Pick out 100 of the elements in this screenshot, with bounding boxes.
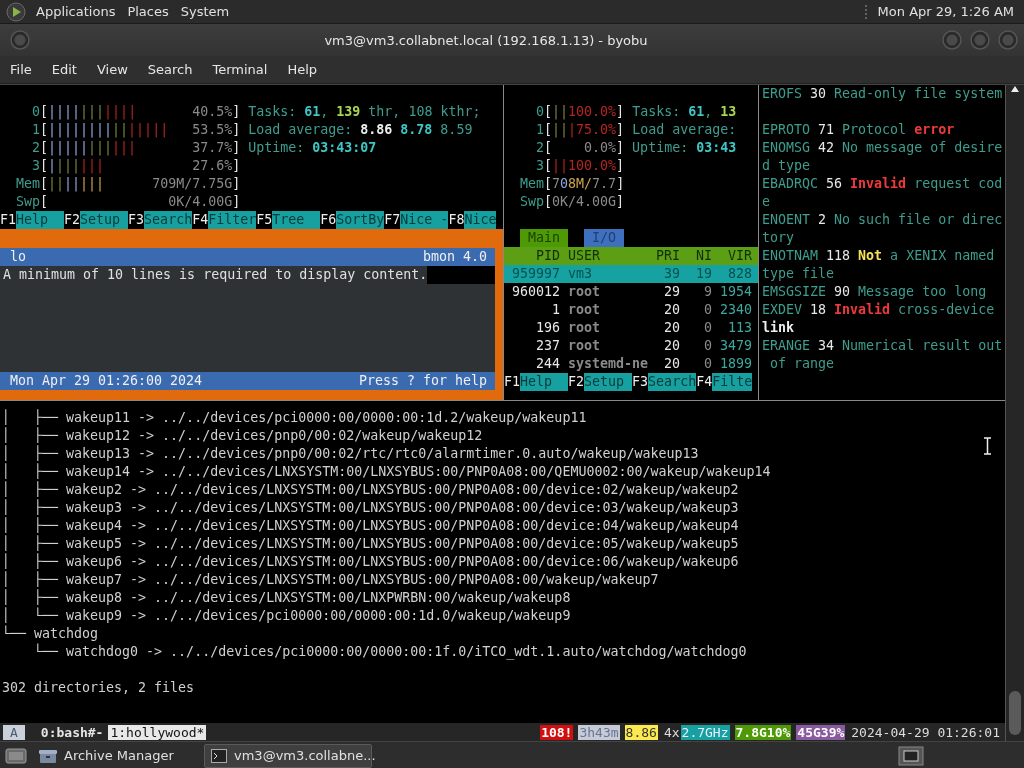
tree-line: │ ├── wakeup4 -> ../../devices/LNXSYSTM:00/LNXSYBUS:00/PNP0A08:00/device:04/wakeup/wakeup4 <box>1 517 739 535</box>
terminal-line: 2[||||||||||| 37.7%] Uptime: 03:43:07 <box>31 139 378 157</box>
menu-item[interactable]: File <box>1 60 41 79</box>
terminal-line: EXDEV 18 Invalid cross-device <box>762 301 996 319</box>
app-title: bmon 4.0 <box>422 248 487 266</box>
column-header[interactable]: NI <box>680 247 713 265</box>
table-cell-text: 19 <box>695 265 713 283</box>
table-cell-text: 237 <box>535 337 561 355</box>
terminal-line: tory <box>762 229 796 247</box>
status-indicator: 108! <box>540 724 574 740</box>
window-tab[interactable]: 1:hollywood* <box>108 724 207 740</box>
process-row[interactable]: 237 root 20 0 3479 <box>504 337 758 355</box>
table-cell-text: 0 <box>703 337 713 355</box>
process-row[interactable]: 244 systemd-ne 20 0 1899 <box>504 355 758 373</box>
column-header[interactable]: VIR <box>712 247 753 265</box>
panel-menu[interactable]: Applications <box>31 3 121 20</box>
terminal-line: EPROTO 71 Protocol error <box>762 121 956 139</box>
window-control-button[interactable] <box>970 30 990 50</box>
status-indicator: 2.7GHz <box>680 724 730 740</box>
table-cell-text: 960012 <box>511 283 561 301</box>
table-cell-text: 828 <box>727 265 753 283</box>
bmon-timestamp: Mon Apr 29 01:26:00 2024 <box>10 372 203 390</box>
table-cell-text: root <box>568 301 602 319</box>
process-row[interactable]: 1 root 20 0 2340 <box>504 301 758 319</box>
table-cell-text: 20 <box>663 355 681 373</box>
archive-icon <box>39 747 57 764</box>
text-cursor-icon <box>983 437 992 455</box>
tree-line: │ ├── wakeup3 -> ../../devices/LNXSYSTM:00/LNXSYBUS:00/PNP0A08:00/device:03/wakeup/wakeup3 <box>1 499 739 517</box>
menu-item[interactable]: Search <box>138 60 202 79</box>
table-cell-text: 0 <box>703 301 713 319</box>
table-cell-text: 0 <box>703 319 713 337</box>
terminal-line: ENOMSG 42 No message of desire <box>762 139 1004 157</box>
terminal-line: EMSGSIZE 90 Message too long <box>762 283 988 301</box>
table-cell: systemd-ne <box>568 355 649 373</box>
terminal-line: Swp[ 0K/4.00G] <box>15 193 242 211</box>
terminal-line: 0[||100.0%] Tasks: 61, 13 <box>535 103 738 121</box>
column-header[interactable]: USER <box>568 247 649 265</box>
scroll-thumb[interactable] <box>1009 691 1021 735</box>
tray-icon[interactable] <box>898 745 924 766</box>
status-indicator: 8.86 <box>624 724 658 740</box>
status-indicator: 7.8G10% <box>734 724 792 740</box>
menu-item[interactable]: View <box>87 60 137 79</box>
terminal-line: ERANGE 34 Numerical result out <box>762 337 1004 355</box>
panel-menu[interactable]: System <box>175 3 235 20</box>
process-row[interactable]: 960012 root 29 9 1954 <box>504 283 758 301</box>
tree-line: │ ├── wakeup14 -> ../../devices/LNXSYSTM:00/LNXSYBUS:00/PNP0A08:00/QEMU0002:00/wakeup/wakeup14 <box>1 463 771 481</box>
terminal-line: e <box>762 193 771 211</box>
table-cell-text: 20 <box>663 319 681 337</box>
column-header[interactable]: PRI <box>648 247 681 265</box>
table-cell-text: 29 <box>663 283 681 301</box>
terminal-line: 0[||||||||||| 40.5%] Tasks: 61, 139 thr, 108 kthr; <box>31 103 482 121</box>
table-cell-text: root <box>568 337 602 355</box>
terminal-line: 2[ 0.0%] Uptime: 03:43 <box>535 139 738 157</box>
window-tab[interactable]: 0:bash#- <box>38 724 106 740</box>
menu-item[interactable]: Help <box>278 60 327 79</box>
tree-line: └── watchdog <box>1 625 99 643</box>
terminal-icon <box>211 748 227 763</box>
terminal-line: d type <box>762 157 812 175</box>
table-cell-text: root <box>568 319 602 337</box>
table-cell-text: root <box>568 283 602 301</box>
window-title: vm3@vm3.collabnet.local (192.168.1.13) - byobu <box>323 32 649 48</box>
status-indicator: 2024-04-29 01:26:01 <box>850 724 1001 740</box>
window-control-button[interactable] <box>942 30 962 50</box>
panel-handle-icon <box>863 2 868 21</box>
terminal-line: Mem[708M/7.7] <box>519 175 626 193</box>
table-cell-text: 20 <box>663 301 681 319</box>
terminal-line: EROFS 30 Read-only file system <box>762 85 1004 103</box>
table-cell-text: 1954 <box>719 283 753 301</box>
table-cell-text: 3479 <box>719 337 753 355</box>
column-header[interactable]: PID <box>504 247 561 265</box>
tree-line: └── watchdog0 -> ../../devices/pci0000:00/0000:00:1f.0/iTCO_wdt.1.auto/watchdog/watchdog0 <box>33 643 747 661</box>
terminal-line: ENOENT 2 No such file or direc <box>762 211 1004 229</box>
window-control-button[interactable] <box>998 30 1018 50</box>
table-cell-text: 2340 <box>719 301 753 319</box>
menu-item[interactable]: Terminal <box>203 60 277 79</box>
menu-item[interactable]: Edit <box>42 60 86 79</box>
table-cell-text: 1899 <box>719 355 753 373</box>
status-indicator: 45G39% <box>796 724 846 740</box>
terminal-line: ENOTNAM 118 Not a XENIX named <box>762 247 996 265</box>
tree-line: │ ├── wakeup12 -> ../../devices/pnp0/00:02/wakeup/wakeup12 <box>1 427 483 445</box>
terminal-line: 3[||100.0%] <box>535 157 626 175</box>
terminal-line: type file <box>762 265 836 283</box>
process-row[interactable]: 196 root 20 0 113 <box>504 319 758 337</box>
panel-menu[interactable]: Places <box>122 3 174 20</box>
scrollbar[interactable] <box>1005 85 1024 741</box>
session-badge: A <box>3 724 25 740</box>
panel-clock[interactable]: Mon Apr 29, 1:26 AM <box>873 4 1018 19</box>
table-cell-text: 113 <box>727 319 753 337</box>
app-logo-icon <box>6 1 26 22</box>
terminal-line: Mem[||||||| 709M/7.75G] <box>15 175 242 193</box>
table-cell-text: 959997 <box>511 265 561 283</box>
cursor-block <box>427 266 495 284</box>
terminal-line: 1[||||||||||||||| 53.5%] Load average: 8.86 8.78 8.59 <box>31 121 474 139</box>
terminal-line: Swp[0K/4.00G] <box>519 193 626 211</box>
table-cell-text: vm3 <box>568 265 594 283</box>
tree-line: │ ├── wakeup5 -> ../../devices/LNXSYSTM:00/LNXSYBUS:00/PNP0A08:00/device:05/wakeup/wakeup5 <box>1 535 739 553</box>
taskbar-button[interactable]: Archive Manager <box>32 743 200 768</box>
terminal-line: of range <box>769 355 836 373</box>
window-control-button[interactable] <box>10 30 30 50</box>
help-hint: Press ? for help <box>358 372 487 390</box>
